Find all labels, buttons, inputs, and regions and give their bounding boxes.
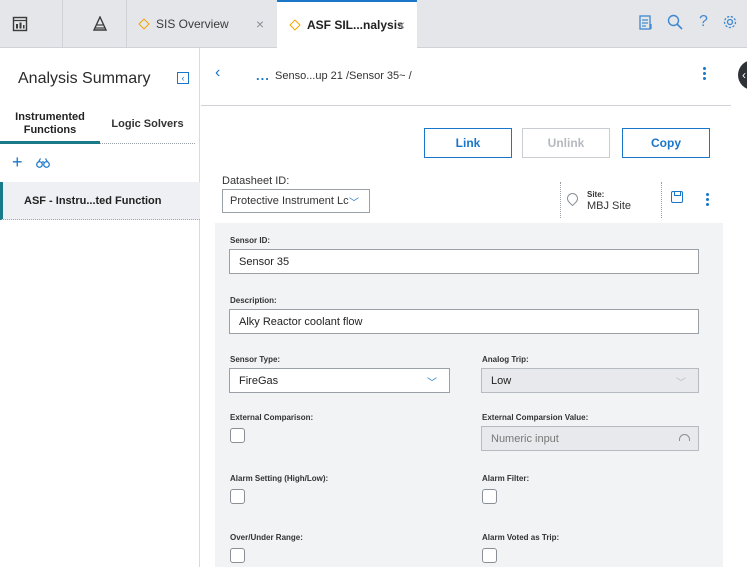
description-field[interactable]: Alky Reactor coolant flow [229, 309, 699, 334]
over-under-range-checkbox[interactable] [230, 548, 245, 563]
tab-sis-overview[interactable]: SIS Overview × [126, 0, 276, 47]
main-content: ‹ ... Senso...up 21 /Sensor 35~ / ‹ Link… [201, 48, 747, 567]
external-comparison-label: External Comparison: [230, 413, 314, 422]
side-drawer-toggle-icon[interactable]: ‹ [738, 60, 747, 90]
diamond-icon [289, 19, 301, 31]
alarm-voted-as-trip-checkbox[interactable] [482, 548, 497, 563]
add-icon[interactable]: + [12, 152, 23, 173]
chevron-down-icon: ﹀ [676, 378, 686, 389]
dashboard-button[interactable] [0, 0, 40, 47]
external-comparison-checkbox[interactable] [230, 428, 245, 443]
close-icon[interactable]: × [256, 16, 264, 32]
apm-logo-icon [92, 15, 108, 31]
datasheet-label: Datasheet ID: [222, 175, 290, 187]
sensor-type-label: Sensor Type: [230, 355, 281, 364]
back-arrow-icon[interactable]: ‹ [215, 64, 220, 82]
sensor-id-label: Sensor ID: [230, 236, 271, 245]
breadcrumb-overflow-button[interactable]: ... [256, 68, 270, 83]
binoculars-icon[interactable] [36, 158, 50, 168]
link-button[interactable]: Link [424, 128, 512, 158]
panel-title: Analysis Summary [18, 70, 151, 87]
gear-icon[interactable] [722, 14, 738, 30]
unlink-button[interactable]: Unlink [522, 128, 610, 158]
location-pin-icon [564, 190, 581, 207]
save-icon[interactable] [671, 191, 683, 203]
description-value: Alky Reactor coolant flow [239, 315, 363, 328]
breadcrumb-bar: ‹ ... Senso...up 21 /Sensor 35~ / [201, 48, 731, 106]
more-options-icon[interactable] [703, 67, 707, 82]
panel-toolbar: + [0, 148, 200, 178]
clipboard-icon[interactable] [639, 14, 653, 30]
analog-trip-label: Analog Trip: [482, 355, 529, 364]
sensor-form: Sensor ID: Sensor 35 Description: Alky R… [215, 223, 723, 567]
tab-label: ASF SIL...nalysis [307, 18, 404, 32]
site-value: MBJ Site [587, 200, 632, 212]
datasheet-value: Protective Instrument Lc [230, 195, 349, 207]
sensor-type-select[interactable]: FireGas ﹀ [229, 368, 450, 393]
numeric-input-placeholder: Numeric input [491, 432, 559, 445]
description-label: Description: [230, 296, 277, 305]
datasheet-options-icon[interactable] [706, 193, 709, 208]
sensor-id-value: Sensor 35 [239, 255, 290, 268]
site-label: Site: [587, 190, 605, 199]
external-comparison-value-label: External Comparsion Value: [482, 413, 589, 422]
alarm-setting-checkbox[interactable] [230, 489, 245, 504]
over-under-range-label: Over/Under Range: [230, 533, 303, 542]
sensor-id-field[interactable]: Sensor 35 [229, 249, 699, 274]
apm-home-button[interactable] [80, 0, 120, 47]
alarm-voted-as-trip-label: Alarm Voted as Trip: [482, 533, 560, 542]
top-tab-bar: SIS Overview × ASF SIL...nalysis × ? [0, 0, 747, 48]
dashboard-icon [12, 16, 28, 31]
external-comparison-value-field[interactable]: Numeric input [481, 426, 699, 451]
breadcrumb[interactable]: Senso...up 21 /Sensor 35~ / [275, 70, 412, 82]
analog-trip-value: Low [491, 374, 512, 387]
diamond-icon [138, 17, 150, 30]
analog-trip-select[interactable]: Low ﹀ [481, 368, 699, 393]
alarm-filter-checkbox[interactable] [482, 489, 497, 504]
help-icon[interactable]: ? [699, 13, 708, 31]
datasheet-select[interactable]: Protective Instrument Lc ﹀ [222, 189, 370, 213]
list-item-label: ASF - Instru...ted Function [24, 194, 162, 207]
sensor-type-value: FireGas [239, 374, 279, 387]
tab-instrumented-functions[interactable]: Instrumented Functions [0, 106, 100, 144]
collapse-panel-icon[interactable]: ‹ [177, 72, 189, 84]
alarm-setting-label: Alarm Setting (High/Low): [230, 474, 329, 483]
copy-button[interactable]: Copy [622, 128, 710, 158]
chevron-down-icon: ﹀ [349, 198, 359, 209]
analysis-summary-panel: Analysis Summary ‹ Instrumented Function… [0, 48, 200, 567]
list-item[interactable]: ASF - Instru...ted Function [0, 182, 200, 220]
gauge-icon [679, 434, 690, 441]
close-icon[interactable]: × [397, 17, 405, 33]
chevron-down-icon: ﹀ [427, 378, 437, 389]
tab-asf-sil-analysis[interactable]: ASF SIL...nalysis × [277, 0, 417, 48]
tab-logic-solvers[interactable]: Logic Solvers [100, 106, 195, 144]
search-icon[interactable] [667, 14, 683, 30]
tab-label: SIS Overview [156, 16, 229, 31]
alarm-filter-label: Alarm Filter: [482, 474, 530, 483]
